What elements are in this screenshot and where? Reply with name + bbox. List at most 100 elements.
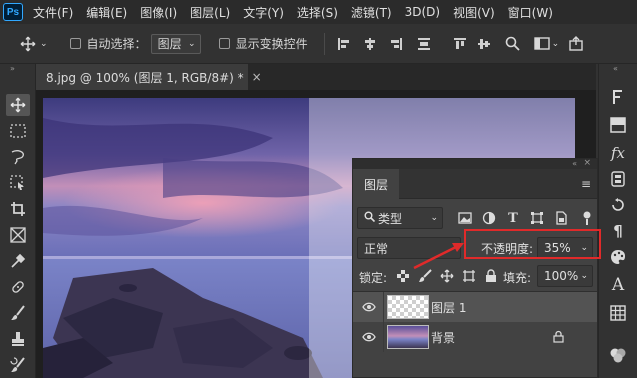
blend-mode-value: 正常 xyxy=(364,241,389,256)
tab-layers[interactable]: 图层 xyxy=(353,169,399,199)
close-icon[interactable]: × xyxy=(583,158,591,168)
move-tool-icon[interactable] xyxy=(6,94,30,116)
layer-thumbnail-photo xyxy=(387,325,429,349)
clone-stamp-tool-icon[interactable] xyxy=(6,328,30,350)
menu-view[interactable]: 视图(V) xyxy=(453,4,495,21)
grid-icon[interactable] xyxy=(607,302,629,324)
auto-select-target-dropdown[interactable]: 图层 ⌄ xyxy=(150,33,201,54)
chevron-down-icon[interactable]: ⌄ xyxy=(580,271,588,281)
eyedropper-tool-icon[interactable] xyxy=(6,250,30,272)
share-icon[interactable] xyxy=(569,36,583,51)
close-icon[interactable]: × xyxy=(252,70,262,84)
fill-field[interactable]: 100% ⌄ xyxy=(537,265,593,287)
menu-file[interactable]: 文件(F) xyxy=(33,4,73,21)
show-transform-label: 显示变换控件 xyxy=(235,37,308,51)
layer-filter-dropdown[interactable]: 类型 ⌄ xyxy=(357,207,443,229)
document-tab-title: 8.jpg @ 100% (图层 1, RGB/8#) * xyxy=(46,70,244,85)
menu-3d[interactable]: 3D(D) xyxy=(405,5,440,19)
lock-pixels-brush-icon[interactable] xyxy=(417,268,433,284)
chevron-down-icon[interactable]: ⌄ xyxy=(40,39,48,49)
paragraph-icon[interactable]: ¶ xyxy=(607,220,629,242)
align-center-icon[interactable] xyxy=(363,37,377,51)
show-transform-checkbox[interactable] xyxy=(218,38,230,49)
frame-tool-icon[interactable] xyxy=(6,224,30,246)
healing-tool-icon[interactable] xyxy=(6,276,30,298)
move-icon[interactable] xyxy=(20,36,36,52)
lock-all-icon[interactable] xyxy=(483,268,499,284)
eye-icon[interactable] xyxy=(361,329,377,345)
glyphs-icon[interactable]: A xyxy=(607,274,629,296)
divider xyxy=(383,292,384,322)
menu-layer[interactable]: 图层(L) xyxy=(190,4,230,21)
filter-toggle-icon[interactable] xyxy=(579,210,595,226)
divider xyxy=(323,32,325,55)
history-icon[interactable] xyxy=(607,194,629,216)
document-tab[interactable]: 8.jpg @ 100% (图层 1, RGB/8#) * × xyxy=(36,64,262,90)
fill-label: 填充: xyxy=(503,271,532,285)
chevron-down-icon: ⌄ xyxy=(188,38,196,49)
eye-icon[interactable] xyxy=(361,299,377,315)
filter-smart-object-icon[interactable] xyxy=(553,210,569,226)
layers-panel: « × 图层 ≡ 类型 ⌄ T 正常 不透明度: 35% ⌄ 锁定: 填充: 1… xyxy=(352,158,598,378)
lasso-tool-icon[interactable] xyxy=(6,146,30,168)
fx-icon[interactable]: fx xyxy=(607,142,629,164)
options-bar: ⌄ 自动选择： 图层 ⌄ 显示变换控件 ⌄ xyxy=(0,24,637,64)
panel-collapse-icon[interactable]: « xyxy=(613,64,618,73)
lock-transparency-icon[interactable] xyxy=(395,268,411,284)
lock-artboard-icon[interactable] xyxy=(461,268,477,284)
layer-name[interactable]: 图层 1 xyxy=(431,299,466,316)
right-panel-strip: « fx ¶ A xyxy=(598,64,637,378)
menu-type[interactable]: 文字(Y) xyxy=(243,4,284,21)
auto-select-label: 自动选择： xyxy=(86,37,147,51)
align-right-icon[interactable] xyxy=(389,37,403,51)
character-icon[interactable] xyxy=(607,86,629,108)
menu-edit[interactable]: 编辑(E) xyxy=(86,4,127,21)
blend-mode-dropdown[interactable]: 正常 xyxy=(357,237,461,259)
color-icon[interactable] xyxy=(607,114,629,136)
align-middle-icon[interactable] xyxy=(477,37,491,51)
menu-bar: Ps 文件(F) 编辑(E) 图像(I) 图层(L) 文字(Y) 选择(S) 滤… xyxy=(0,0,637,24)
lock-icon xyxy=(553,330,564,346)
photoshop-logo[interactable]: Ps xyxy=(3,3,23,21)
palette-icon[interactable] xyxy=(607,246,629,268)
filter-adjustment-icon[interactable] xyxy=(481,210,497,226)
filter-shape-icon[interactable] xyxy=(529,210,545,226)
marquee-tool-icon[interactable] xyxy=(6,120,30,142)
history-brush-tool-icon[interactable] xyxy=(6,354,30,376)
chevron-down-icon[interactable]: ⌄ xyxy=(552,39,560,49)
crop-tool-icon[interactable] xyxy=(6,198,30,220)
search-icon[interactable] xyxy=(505,36,520,51)
menu-filter[interactable]: 滤镜(T) xyxy=(351,4,392,21)
layer-filter-value: 类型 xyxy=(378,211,403,226)
brush-tool-icon[interactable] xyxy=(6,302,30,324)
filter-pixel-icon[interactable] xyxy=(457,210,473,226)
object-select-tool-icon[interactable] xyxy=(6,172,30,194)
lock-label: 锁定: xyxy=(359,271,388,285)
distribute-icon[interactable] xyxy=(417,37,431,51)
layer-row-layer1[interactable]: 图层 1 xyxy=(353,292,597,322)
auto-select-target-value: 图层 xyxy=(157,37,182,51)
align-left-icon[interactable] xyxy=(337,37,351,51)
panel-header-strip: « × xyxy=(353,158,597,169)
layer-thumbnail-transparent xyxy=(387,295,429,319)
layers-tab-bar: 图层 ≡ xyxy=(353,169,597,199)
search-icon xyxy=(364,211,376,225)
menu-image[interactable]: 图像(I) xyxy=(140,4,177,21)
workspace-icon[interactable] xyxy=(533,37,550,50)
lock-position-icon[interactable] xyxy=(439,268,455,284)
panel-collapse-icon[interactable]: » xyxy=(10,64,15,73)
chevron-down-icon: ⌄ xyxy=(430,213,438,223)
channels-icon[interactable] xyxy=(607,344,629,366)
filter-type-icon[interactable]: T xyxy=(505,210,521,226)
annotation-highlight-box xyxy=(464,229,601,259)
auto-select-checkbox[interactable] xyxy=(69,38,81,49)
layer-row-background[interactable]: 背景 xyxy=(353,322,597,352)
layer-name[interactable]: 背景 xyxy=(431,329,455,346)
adjustments-icon[interactable] xyxy=(607,168,629,190)
fill-value[interactable]: 100% xyxy=(544,269,578,283)
menu-select[interactable]: 选择(S) xyxy=(297,4,338,21)
menu-window[interactable]: 窗口(W) xyxy=(508,4,553,21)
panel-menu-icon[interactable]: ≡ xyxy=(581,177,591,191)
panel-collapse-icon[interactable]: « xyxy=(572,159,577,168)
align-top-icon[interactable] xyxy=(453,37,467,51)
